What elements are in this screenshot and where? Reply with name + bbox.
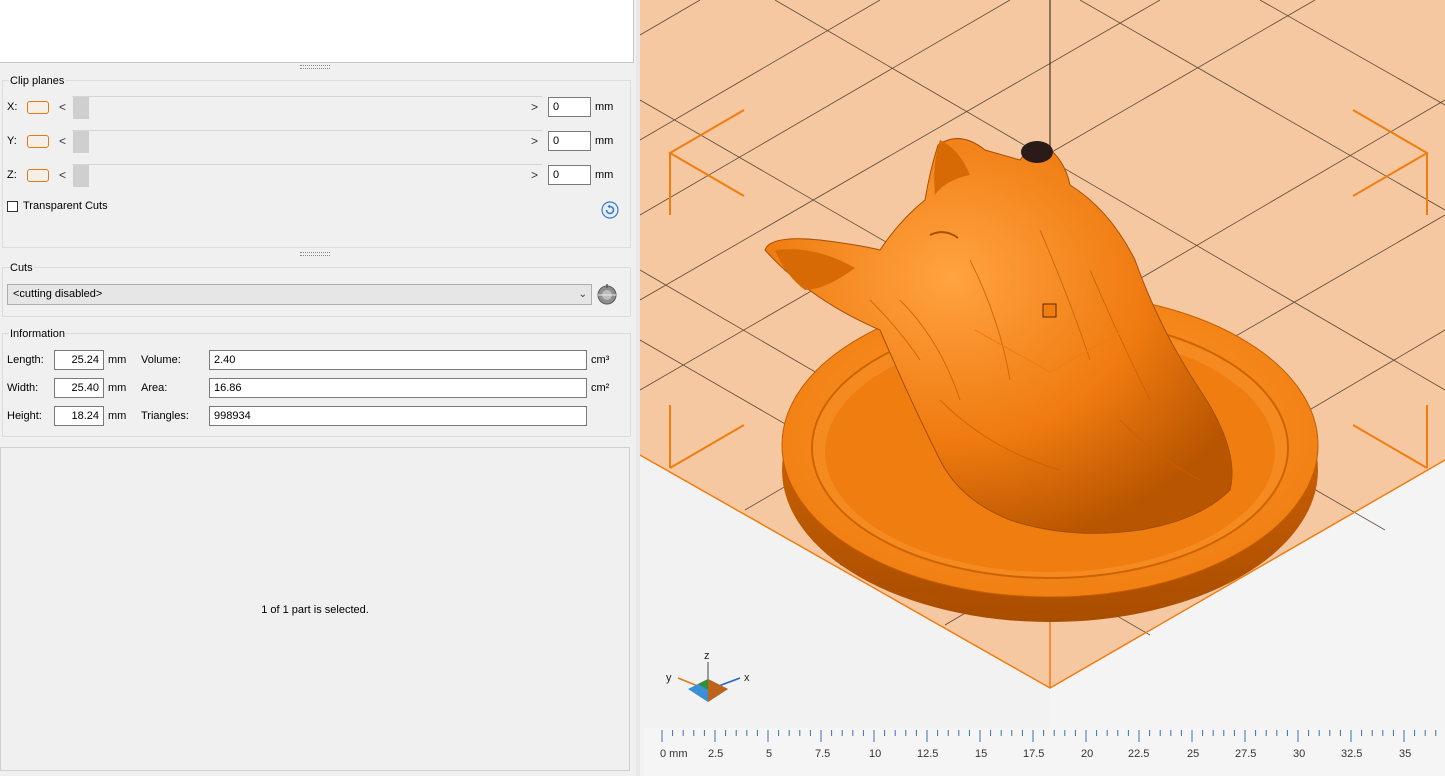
ruler-label: 12.5 <box>917 748 939 760</box>
clip-x-label: X: <box>7 101 18 113</box>
clip-y-left-arrow[interactable]: < <box>59 134 66 148</box>
clip-y-unit: mm <box>595 135 614 147</box>
clip-y-right-arrow[interactable]: > <box>531 134 538 148</box>
clip-z-toggle[interactable] <box>27 169 49 182</box>
clip-planes-title: Clip planes <box>9 75 66 87</box>
ruler-label: 15 <box>975 748 988 760</box>
ruler-label: 5 <box>766 748 773 760</box>
ruler-label: 2.5 <box>708 748 724 760</box>
splitter-grip-2[interactable] <box>300 252 330 256</box>
axis-z-label: z <box>704 650 710 662</box>
scene-canvas <box>640 0 1445 776</box>
volume-unit: cm³ <box>591 354 610 366</box>
ruler-label: 10 <box>869 748 882 760</box>
splitter-grip[interactable] <box>300 65 330 69</box>
ruler-label: 7.5 <box>815 748 831 760</box>
axis-y-label: y <box>666 672 672 684</box>
ruler-label: 0 mm <box>660 748 688 760</box>
axis-x-label: x <box>744 672 750 684</box>
area-label: Area: <box>141 382 168 394</box>
length-unit: mm <box>108 354 127 366</box>
triangles-value: 998934 <box>209 406 587 426</box>
ruler-label: 22.5 <box>1128 748 1150 760</box>
model-nose <box>1021 141 1053 163</box>
clip-z-slider-thumb[interactable] <box>73 165 89 187</box>
cuts-dropdown-value: <cutting disabled> <box>13 288 103 300</box>
clip-y-toggle[interactable] <box>27 135 49 148</box>
triangles-label: Triangles: <box>141 410 189 422</box>
transparent-cuts-checkbox[interactable] <box>7 201 18 212</box>
information-title: Information <box>9 328 67 340</box>
object-list-area[interactable] <box>0 0 634 63</box>
clip-y-slider-thumb[interactable] <box>73 131 89 153</box>
ruler-label: 32.5 <box>1341 748 1363 760</box>
clip-x-value-field[interactable]: 0 <box>548 97 591 117</box>
clip-x-unit: mm <box>595 101 614 113</box>
clip-z-track-top <box>72 164 542 165</box>
height-label: Height: <box>7 410 42 422</box>
clip-x-left-arrow[interactable]: < <box>59 100 66 114</box>
width-unit: mm <box>108 382 127 394</box>
clip-z-left-arrow[interactable]: < <box>59 168 66 182</box>
3d-viewport[interactable]: z y x <box>640 0 1445 776</box>
clip-x-track-top <box>72 96 542 97</box>
height-unit: mm <box>108 410 127 422</box>
ruler-label: 30 <box>1293 748 1306 760</box>
ruler-label: 25 <box>1187 748 1200 760</box>
measurement-ruler: 0 mm 2.5 5 7.5 10 12.5 15 17.5 20 22.5 2… <box>644 728 1445 776</box>
clip-z-value-field[interactable]: 0 <box>548 165 591 185</box>
ruler-ticks <box>661 730 1437 742</box>
width-value: 25.40 <box>54 378 104 398</box>
length-label: Length: <box>7 354 44 366</box>
cuts-title: Cuts <box>9 262 34 274</box>
width-label: Width: <box>7 382 39 394</box>
clip-x-slider-thumb[interactable] <box>73 97 89 119</box>
clip-y-label: Y: <box>7 135 17 147</box>
clip-x-toggle[interactable] <box>27 101 49 114</box>
clip-y-value-field[interactable]: 0 <box>548 131 591 151</box>
volume-label: Volume: <box>141 354 181 366</box>
clip-z-label: Z: <box>7 169 17 181</box>
height-value: 18.24 <box>54 406 104 426</box>
length-value: 25.24 <box>54 350 104 370</box>
clip-x-right-arrow[interactable]: > <box>531 100 538 114</box>
chevron-down-icon: ⌄ <box>578 289 587 300</box>
cuts-dropdown[interactable]: <cutting disabled> ⌄ <box>7 284 592 305</box>
transparent-cuts-label[interactable]: Transparent Cuts <box>23 200 108 212</box>
clip-y-track-top <box>72 130 542 131</box>
cut-tool-icon[interactable] <box>595 282 619 306</box>
left-panel: Clip planes X: < > 0 mm Y: < > 0 mm Z: <… <box>0 0 636 776</box>
volume-value: 2.40 <box>209 350 587 370</box>
ruler-label: 20 <box>1081 748 1094 760</box>
selection-status: 1 of 1 part is selected. <box>261 604 369 616</box>
reset-clip-icon[interactable] <box>601 201 619 219</box>
clip-z-unit: mm <box>595 169 614 181</box>
ruler-label: 35 <box>1399 748 1412 760</box>
area-value: 16.86 <box>209 378 587 398</box>
clip-z-right-arrow[interactable]: > <box>531 168 538 182</box>
area-unit: cm² <box>591 382 610 394</box>
ruler-label: 27.5 <box>1235 748 1257 760</box>
ruler-label: 17.5 <box>1023 748 1045 760</box>
